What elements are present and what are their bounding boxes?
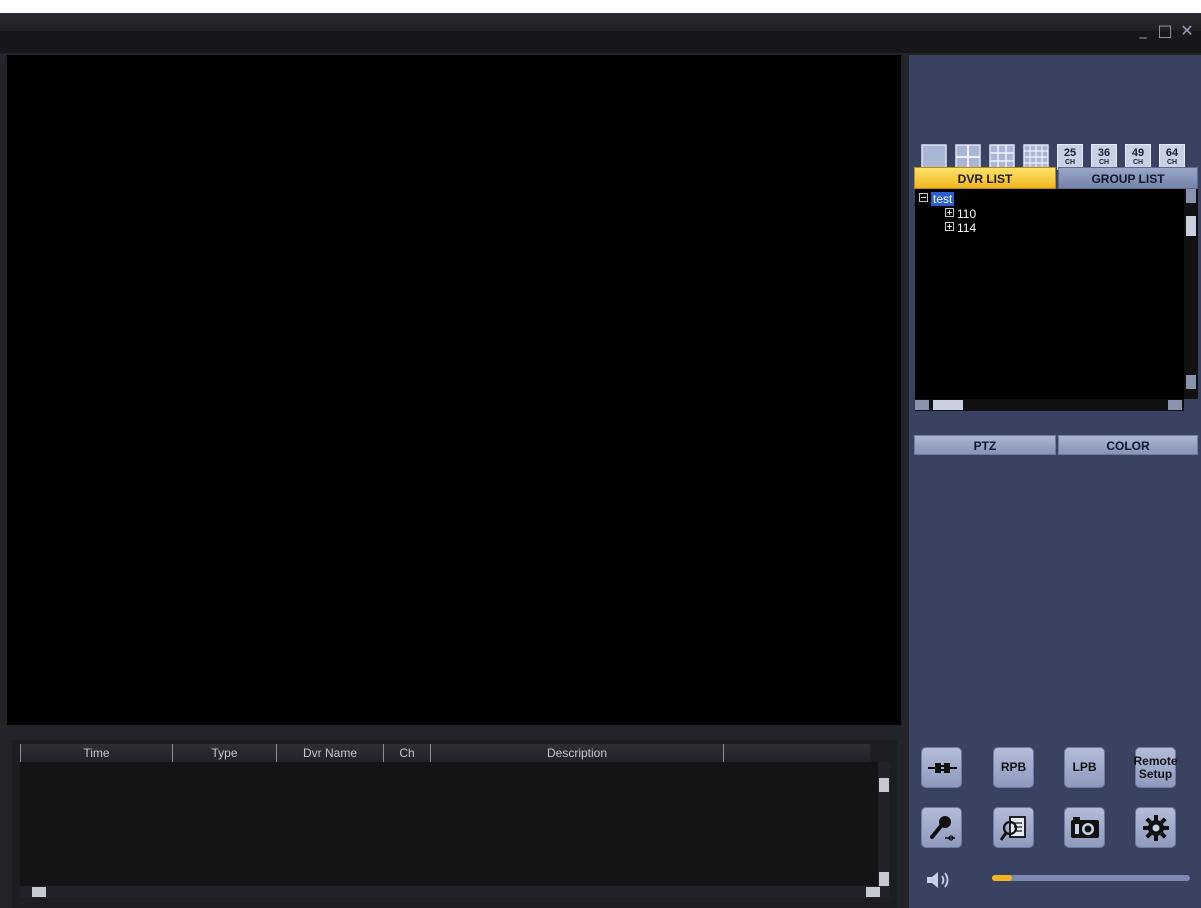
layout-49ch-number: 49 [1131,147,1145,159]
app-window: _ □ ✕ 25 CH 36 CH 49 CH 64 CH DVR LIST G… [0,13,1201,908]
settings-button[interactable] [1135,807,1176,848]
title-subbar [0,31,1201,53]
layout-64ch-unit: CH [1166,159,1178,166]
tree-node-root[interactable]: test [919,192,955,206]
snapshot-button[interactable] [1064,807,1105,848]
log-horizontal-scrollbar[interactable] [20,886,890,898]
scroll-up-arrow-icon[interactable] [879,778,889,792]
column-header-type[interactable]: Type [172,744,276,762]
scroll-left-arrow-icon[interactable] [915,400,929,410]
event-log-panel: Time Type Dvr Name Ch Description [12,740,897,908]
column-header-description[interactable]: Description [430,744,723,762]
scroll-thumb[interactable] [933,400,963,410]
layout-36ch-number: 36 [1097,147,1111,159]
layout-36ch-unit: CH [1098,159,1110,166]
side-panel: 25 CH 36 CH 49 CH 64 CH DVR LIST GROUP L… [909,55,1201,908]
tree-node-label: 110 [957,207,977,221]
video-display-area[interactable] [7,55,901,725]
expand-icon[interactable] [945,208,954,217]
minimize-button[interactable]: _ [1135,23,1151,39]
column-header-ch[interactable]: Ch [383,744,430,762]
rpb-button[interactable]: RPB [993,747,1034,788]
lpb-button[interactable]: LPB [1064,747,1105,788]
layout-64ch-number: 64 [1165,147,1179,159]
scroll-right-arrow-icon[interactable] [866,887,880,897]
microphone-icon [929,815,955,841]
tree-vertical-scrollbar[interactable] [1184,189,1198,399]
remote-setup-label-line1: Remote [1133,753,1178,768]
volume-slider[interactable] [992,875,1190,881]
search-button[interactable] [993,807,1034,848]
scroll-down-arrow-icon[interactable] [879,872,889,886]
maximize-button[interactable]: □ [1157,23,1173,39]
column-header-time[interactable]: Time [20,744,172,762]
event-log-header: Time Type Dvr Name Ch Description [20,744,870,762]
connect-button[interactable] [921,747,962,788]
tree-node-root-label: test [931,192,955,206]
expand-icon[interactable] [945,222,954,231]
camera-icon [1070,816,1099,838]
layout-25ch-unit: CH [1064,159,1076,166]
plug-icon [927,762,957,773]
tree-horizontal-scrollbar[interactable] [915,399,1184,411]
log-vertical-scrollbar[interactable] [878,762,890,886]
collapse-icon[interactable] [919,193,928,202]
tab-dvr-list[interactable]: DVR LIST [914,167,1056,189]
speaker-icon[interactable] [924,869,954,891]
tree-node-dvr-114[interactable]: 114 [945,221,976,235]
scroll-left-arrow-icon[interactable] [32,887,46,897]
layout-49ch-unit: CH [1132,159,1144,166]
dvr-tree[interactable]: test 110 114 [915,189,1190,399]
scroll-thumb[interactable] [1186,216,1196,236]
scroll-down-arrow-icon[interactable] [1186,375,1196,389]
tab-color[interactable]: COLOR [1058,435,1198,455]
scroll-right-arrow-icon[interactable] [1168,400,1182,410]
remote-setup-button[interactable]: Remote Setup [1133,747,1178,788]
tree-node-dvr-110[interactable]: 110 [945,207,976,221]
document-search-icon [999,815,1026,841]
remote-setup-label-line2: Setup [1138,766,1173,781]
volume-slider-fill [992,875,1012,881]
gear-icon [1142,814,1169,841]
microphone-button[interactable] [921,807,962,848]
column-header-dvr-name[interactable]: Dvr Name [276,744,383,762]
layout-25ch-number: 25 [1063,147,1077,159]
scroll-up-arrow-icon[interactable] [1186,189,1196,203]
tree-node-label: 114 [957,221,977,235]
event-log-list[interactable] [20,762,878,886]
tab-group-list[interactable]: GROUP LIST [1058,167,1198,189]
close-button[interactable]: ✕ [1179,23,1195,39]
title-bar [0,13,1201,53]
column-header-extra[interactable] [723,744,870,762]
tab-ptz[interactable]: PTZ [914,435,1056,455]
